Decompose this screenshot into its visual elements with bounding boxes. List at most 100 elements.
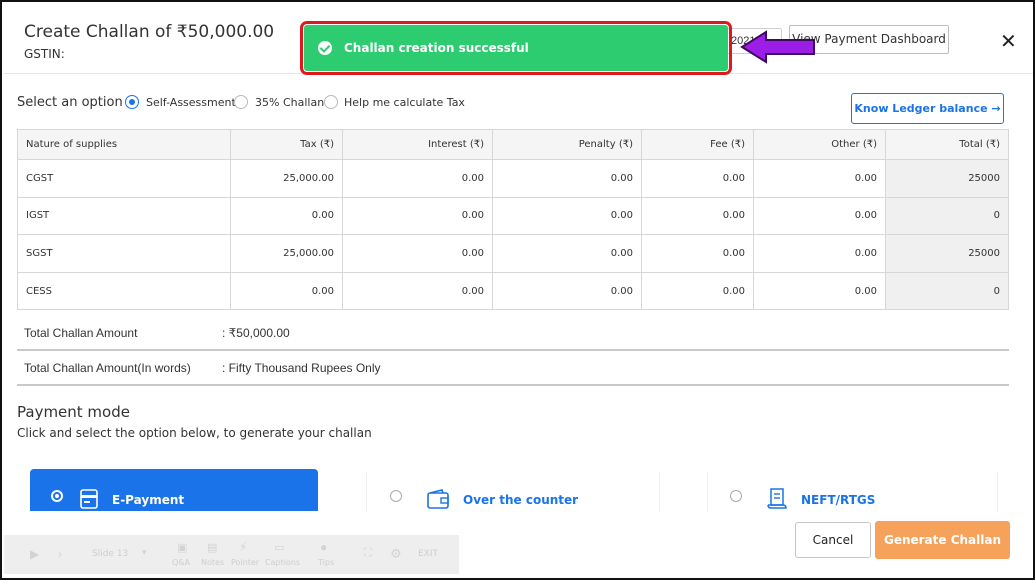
success-toast: Challan creation successful [304, 25, 728, 71]
cell-total: 25000 [885, 159, 1009, 198]
col-fee: Fee (₹) [641, 129, 754, 160]
payment-option-over-the-counter[interactable]: Over the counter [382, 469, 652, 511]
cell-fee[interactable]: 0.00 [641, 271, 754, 311]
cell-nature: SGST [17, 234, 231, 273]
col-interest: Interest (₹) [342, 129, 493, 160]
total-words-label: Total Challan Amount(In words) [24, 361, 191, 375]
cell-interest[interactable]: 0.00 [342, 271, 493, 311]
cancel-button[interactable]: Cancel [795, 522, 871, 558]
cell-interest[interactable]: 0.00 [342, 196, 493, 236]
neft-label: NEFT/RTGS [801, 493, 876, 507]
radio-help-calculate[interactable] [324, 95, 338, 109]
modal-frame: Create Challan of ₹50,000.00 GSTIN: 2021… [0, 0, 1035, 580]
col-total: Total (₹) [885, 129, 1009, 160]
notes-icon[interactable]: ▤ [207, 541, 217, 554]
close-icon[interactable]: ✕ [1000, 32, 1017, 52]
annotation-arrow-icon [740, 30, 815, 64]
total-amount-value: : ₹50,000.00 [222, 326, 290, 340]
table-header-row: Nature of supplies Tax (₹) Interest (₹) … [17, 129, 1009, 160]
self-assessment-label: Self-Assessment [146, 96, 236, 109]
col-nature: Nature of supplies [17, 129, 231, 160]
col-penalty: Penalty (₹) [492, 129, 642, 160]
card-icon [80, 489, 98, 509]
play-icon[interactable]: ▶ [30, 547, 39, 561]
exit-button[interactable]: EXIT [418, 549, 438, 559]
table-row: CESS 0.00 0.00 0.00 0.00 0.00 0 [17, 271, 1009, 311]
gstin-label: GSTIN: [24, 47, 65, 61]
generate-challan-button[interactable]: Generate Challan [875, 521, 1010, 559]
cell-nature: IGST [17, 196, 231, 236]
radio-self-assessment[interactable] [125, 95, 139, 109]
cell-penalty[interactable]: 0.00 [492, 196, 642, 236]
epayment-label: E-Payment [112, 493, 185, 507]
gear-icon[interactable]: ⚙ [390, 546, 402, 562]
cell-other[interactable]: 0.00 [753, 271, 886, 311]
total-words-row: Total Challan Amount(In words) : Fifty T… [17, 351, 1009, 386]
tax-table: Nature of supplies Tax (₹) Interest (₹) … [17, 129, 1009, 311]
table-row: SGST 25,000.00 0.00 0.00 0.00 0.00 25000 [17, 234, 1009, 273]
toast-message: Challan creation successful [344, 41, 529, 55]
divider [366, 472, 367, 512]
qa-label: Q&A [172, 558, 191, 567]
pointer-icon[interactable]: ⚡ [239, 540, 247, 554]
35-challan-label: 35% Challan [255, 96, 325, 109]
cell-other[interactable]: 0.00 [753, 196, 886, 236]
tips-icon[interactable]: ● [320, 540, 327, 554]
epayment-radio[interactable] [51, 490, 63, 502]
cell-fee[interactable]: 0.00 [641, 234, 754, 273]
slide-selector[interactable]: Slide 13 [92, 549, 128, 559]
divider [659, 472, 660, 512]
chevron-down-icon[interactable]: ▾ [142, 547, 147, 558]
payment-option-neft-rtgs[interactable]: NEFT/RTGS [722, 469, 1002, 511]
total-amount-label: Total Challan Amount [24, 326, 138, 340]
total-amount-row: Total Challan Amount : ₹50,000.00 [17, 316, 1009, 351]
over-counter-label: Over the counter [463, 493, 579, 507]
cell-other[interactable]: 0.00 [753, 234, 886, 273]
cell-interest[interactable]: 0.00 [342, 159, 493, 198]
pointer-label: Pointer [231, 558, 260, 567]
cell-tax[interactable]: 25,000.00 [230, 234, 343, 273]
select-option-label: Select an option [17, 95, 123, 110]
captions-icon[interactable]: ▭ [274, 541, 284, 554]
wallet-icon [427, 489, 449, 509]
col-tax: Tax (₹) [230, 129, 343, 160]
next-icon[interactable]: › [58, 547, 62, 561]
payment-mode-subtitle: Click and select the option below, to ge… [17, 426, 372, 440]
qa-icon[interactable]: ▣ [177, 541, 187, 554]
cell-other[interactable]: 0.00 [753, 159, 886, 198]
cell-penalty[interactable]: 0.00 [492, 271, 642, 311]
slide-player-bar: ▶ › Slide 13 ▾ ▣ Q&A ▤ Notes ⚡ Pointer ▭… [4, 535, 459, 574]
divider [707, 472, 708, 512]
table-row: CGST 25,000.00 0.00 0.00 0.00 0.00 25000 [17, 159, 1009, 198]
cell-interest[interactable]: 0.00 [342, 234, 493, 273]
over-counter-radio[interactable] [390, 490, 402, 502]
page-title: Create Challan of ₹50,000.00 [24, 22, 275, 42]
table-row: IGST 0.00 0.00 0.00 0.00 0.00 0 [17, 196, 1009, 236]
tips-label: Tips [318, 558, 335, 567]
cell-fee[interactable]: 0.00 [641, 159, 754, 198]
captions-label: Captions [265, 558, 301, 567]
know-ledger-balance-button[interactable]: Know Ledger balance → [851, 93, 1004, 124]
cell-tax[interactable]: 25,000.00 [230, 159, 343, 198]
cell-tax[interactable]: 0.00 [230, 196, 343, 236]
payment-option-epayment[interactable]: E-Payment [30, 469, 318, 511]
notes-label: Notes [201, 558, 225, 567]
cell-total: 0 [885, 196, 1009, 236]
cell-total: 0 [885, 271, 1009, 311]
cell-tax[interactable]: 0.00 [230, 271, 343, 311]
check-circle-icon [318, 41, 332, 55]
radio-35-challan[interactable] [234, 95, 248, 109]
cell-penalty[interactable]: 0.00 [492, 234, 642, 273]
cell-fee[interactable]: 0.00 [641, 196, 754, 236]
fullscreen-icon[interactable]: ⛶ [364, 547, 372, 560]
cell-total: 25000 [885, 234, 1009, 273]
neft-radio[interactable] [730, 490, 742, 502]
payment-mode-title: Payment mode [17, 403, 130, 421]
total-words-value: : Fifty Thousand Rupees Only [222, 361, 381, 375]
cell-penalty[interactable]: 0.00 [492, 159, 642, 198]
divider [997, 472, 998, 512]
col-other: Other (₹) [753, 129, 886, 160]
cell-nature: CGST [17, 159, 231, 198]
cell-nature: CESS [17, 271, 231, 311]
help-calculate-label: Help me calculate Tax [344, 96, 465, 109]
